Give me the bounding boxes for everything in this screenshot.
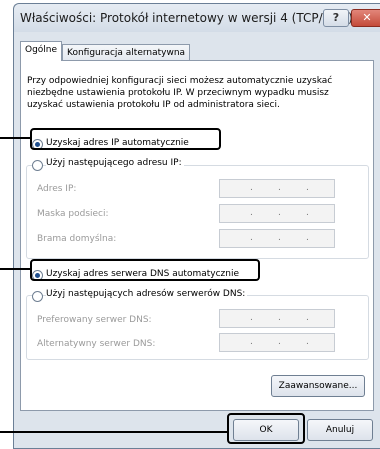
- use-following-dns-radio[interactable]: [32, 291, 43, 302]
- help-button[interactable]: ?: [323, 9, 349, 27]
- obtain-dns-auto-callout: [30, 259, 260, 281]
- title-bar: Właściwości: Protokół internetowy w wers…: [14, 4, 380, 32]
- obtain-ip-auto-callout: [30, 128, 221, 150]
- subnet-mask-label: Maska podsieci:: [37, 209, 109, 219]
- ok-button-leader: [0, 431, 227, 433]
- preferred-dns-input[interactable]: . . .: [219, 309, 335, 328]
- default-gateway-input[interactable]: . . .: [219, 229, 335, 248]
- tab-general[interactable]: Ogólne: [20, 41, 63, 61]
- obtain-dns-auto-leader: [0, 268, 30, 270]
- ip-address-label: Adres IP:: [37, 184, 77, 194]
- description-line-3: uzyskać ustawienia protokołu IP od admin…: [27, 100, 280, 110]
- preferred-dns-label: Preferowany serwer DNS:: [37, 315, 152, 325]
- alternate-dns-input[interactable]: . . .: [219, 333, 335, 352]
- description-line-1: Przy odpowiedniej konfiguracji sieci moż…: [27, 76, 333, 86]
- ok-button-callout: [227, 413, 305, 444]
- alternate-dns-label: Alternatywny serwer DNS:: [37, 339, 156, 349]
- cancel-button[interactable]: Anuluj: [307, 419, 373, 441]
- default-gateway-label: Brama domyślna:: [37, 234, 117, 244]
- use-following-ip-radio[interactable]: [32, 160, 43, 171]
- general-tab-panel: Przy odpowiedniej konfiguracji sieci moż…: [20, 60, 374, 411]
- advanced-button[interactable]: Zaawansowane...: [271, 375, 365, 397]
- description-line-2: niezbędne ustawienia protokołu IP. W prz…: [27, 88, 329, 98]
- tcpip-properties-dialog: Właściwości: Protokół internetowy w wers…: [13, 3, 380, 449]
- use-following-dns-label[interactable]: Użyj następujących adresów serwerów DNS:: [46, 289, 248, 299]
- obtain-ip-auto-leader: [0, 137, 30, 139]
- window-title: Właściwości: Protokół internetowy w wers…: [20, 11, 353, 25]
- use-following-ip-label[interactable]: Użyj następującego adresu IP:: [46, 158, 184, 168]
- close-button[interactable]: ✕: [351, 9, 380, 27]
- subnet-mask-input[interactable]: . . .: [219, 204, 335, 223]
- ip-address-input[interactable]: . . .: [219, 179, 335, 198]
